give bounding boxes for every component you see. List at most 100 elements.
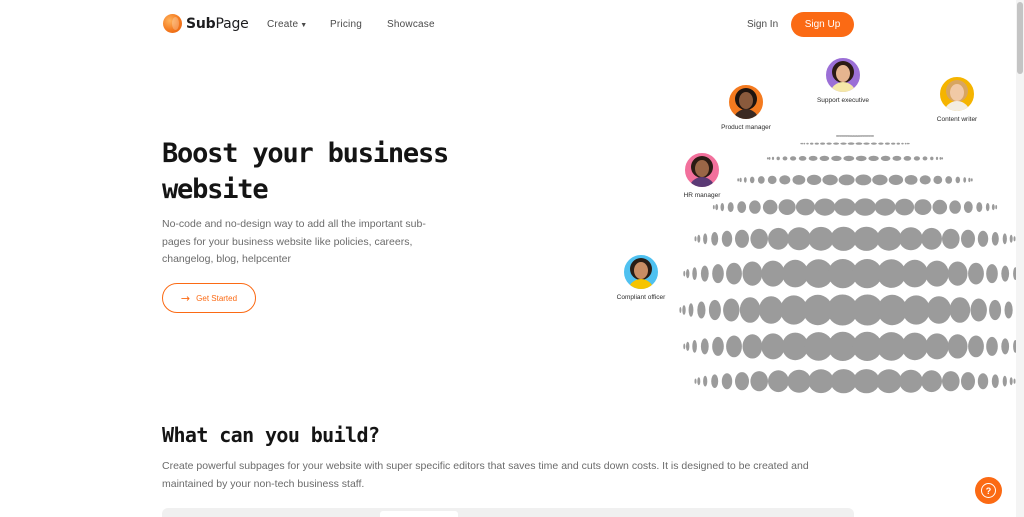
sphere-dot (986, 264, 998, 284)
sphere-dot (933, 175, 943, 185)
sphere-dot (758, 296, 784, 324)
sphere-dot (925, 333, 949, 360)
sphere-dot (968, 177, 971, 183)
sphere-dot (854, 198, 876, 216)
sphere-dot (919, 175, 931, 185)
sphere-dot (868, 155, 879, 161)
sphere-dot (762, 199, 778, 215)
sphere-dot (711, 232, 719, 246)
sphere-dot (949, 297, 971, 323)
sphere-dot (977, 373, 989, 390)
sphere-dot (885, 142, 890, 145)
sphere-dot (986, 336, 998, 356)
persona-support-executive: Support executive (798, 56, 888, 104)
sphere-dot (692, 267, 697, 280)
sphere-dot (838, 174, 855, 186)
sphere-dot (872, 135, 874, 137)
sphere-dot (901, 142, 904, 145)
sphere-dot (683, 343, 686, 350)
sphere-dot (926, 296, 952, 324)
sphere-dot (892, 155, 902, 161)
sphere-dot (872, 174, 888, 186)
sphere-dot (976, 202, 983, 213)
sphere-dot (877, 332, 906, 361)
sphere-dot (853, 226, 880, 251)
nav-pricing[interactable]: Pricing (330, 19, 362, 30)
nav-create[interactable]: Create ▼ (267, 19, 307, 30)
sphere-dot (968, 262, 984, 285)
sphere-dot (712, 205, 715, 210)
persona-compliant-officer: Compliant officer (596, 253, 686, 301)
sphere-dot (904, 175, 918, 185)
signin-link[interactable]: Sign In (747, 19, 778, 30)
sphere-dot (721, 230, 733, 247)
scrollbar-track[interactable] (1016, 0, 1024, 517)
sphere-dot (682, 305, 686, 315)
sphere-dot (761, 333, 785, 360)
sphere-dot (876, 226, 902, 251)
sphere-dot (1002, 375, 1007, 387)
sphere-dot (901, 259, 928, 288)
sphere-dot (819, 155, 830, 161)
sphere-dot (896, 142, 900, 145)
sphere-dot (768, 370, 789, 393)
help-circle-icon: ? (981, 483, 996, 498)
sphere-dot (831, 155, 842, 161)
persona-label: HR manager (683, 192, 721, 199)
sphere-dot (708, 299, 721, 321)
brand-logo[interactable]: SubPage (163, 14, 249, 33)
sphere-dot (826, 142, 832, 145)
preview-tab[interactable] (380, 511, 458, 517)
sphere-dot (694, 378, 697, 384)
sphere-dot (750, 371, 768, 392)
sphere-dot (891, 142, 896, 145)
sphere-dot (779, 175, 791, 185)
sphere-dot (735, 372, 749, 391)
sphere-dot (899, 227, 923, 251)
persona-label: Support executive (816, 97, 870, 104)
sphere-dot (806, 142, 809, 145)
sphere-dot (830, 369, 857, 394)
sphere-dot (679, 307, 682, 313)
sphere-dot (878, 142, 884, 145)
persona-hr-manager: HR manager (657, 151, 747, 199)
brand-name: SubPage (186, 15, 249, 32)
sphere-dot (739, 297, 761, 323)
sphere-dot (894, 198, 915, 216)
sphere-dot (942, 228, 960, 249)
sphere-dot (874, 198, 896, 216)
signup-button[interactable]: Sign Up (791, 12, 854, 37)
sphere-dot (941, 157, 944, 160)
sphere-dot (1001, 265, 1010, 282)
sphere-dot (955, 176, 961, 184)
sphere-dot (847, 142, 855, 145)
sphere-dot (792, 175, 806, 185)
sphere-dot (688, 303, 694, 317)
sphere-dot (922, 156, 928, 161)
hero-title-line1: Boost your business (162, 138, 449, 169)
sphere-dot (700, 338, 709, 355)
sphere-dot (963, 201, 973, 213)
caret-down-icon: ▼ (300, 22, 308, 29)
sphere-dot (761, 260, 785, 287)
get-started-label: Get Started (196, 293, 238, 303)
sphere-dot (853, 369, 880, 394)
scrollbar-thumb[interactable] (1017, 2, 1023, 74)
persona-label: Compliant officer (616, 294, 666, 301)
arrow-right-icon: → (180, 291, 191, 305)
sphere-dot (902, 295, 930, 325)
sphere-dot (749, 176, 755, 184)
sphere-dot (876, 369, 902, 394)
sphere-dot (1002, 233, 1007, 245)
help-button[interactable]: ? (975, 477, 1002, 504)
sphere-dot (820, 142, 825, 145)
sphere-dot (1009, 234, 1013, 243)
section-description: Create powerful subpages for your websit… (162, 460, 809, 490)
sphere-dot (768, 227, 789, 250)
sphere-dot (801, 142, 803, 145)
sphere-dot (778, 199, 796, 215)
get-started-button[interactable]: → Get Started (162, 283, 256, 313)
sphere-dot (830, 226, 857, 251)
sphere-dot (686, 341, 690, 351)
nav-showcase[interactable]: Showcase (387, 19, 435, 30)
